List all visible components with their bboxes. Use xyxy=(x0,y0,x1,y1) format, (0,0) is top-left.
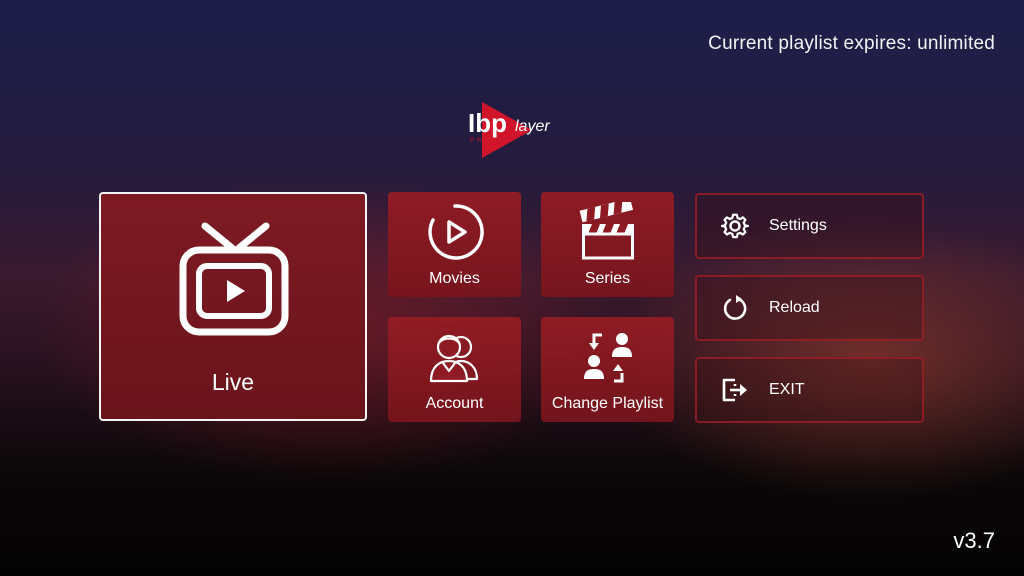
settings-button[interactable]: Settings xyxy=(695,193,924,259)
movies-tile[interactable]: Movies xyxy=(388,192,521,297)
exit-button[interactable]: EXIT xyxy=(695,357,924,423)
play-circle-icon xyxy=(388,202,521,262)
exit-label: EXIT xyxy=(769,381,805,398)
movies-label: Movies xyxy=(429,270,480,287)
users-icon xyxy=(388,327,521,387)
live-label: Live xyxy=(211,369,255,395)
logo-pro-text: PRO xyxy=(470,138,492,144)
gear-icon xyxy=(721,212,749,240)
reload-label: Reload xyxy=(769,299,820,316)
logo-wordmark-sub: layer xyxy=(515,118,550,135)
tv-icon xyxy=(177,220,291,343)
series-label: Series xyxy=(584,270,631,287)
version-text: v3.7 xyxy=(953,528,995,553)
change-playlist-label: Change Playlist xyxy=(551,395,664,412)
clapperboard-icon xyxy=(541,202,674,262)
reload-icon xyxy=(721,294,749,322)
playlist-expiry-text: Current playlist expires: unlimited xyxy=(708,33,995,54)
account-tile[interactable]: Account xyxy=(388,317,521,422)
swap-users-icon xyxy=(541,327,674,387)
settings-label: Settings xyxy=(769,217,827,234)
logo-wordmark-main: Ibp xyxy=(468,108,507,138)
change-playlist-tile[interactable]: Change Playlist xyxy=(541,317,674,422)
series-tile[interactable]: Series xyxy=(541,192,674,297)
exit-icon xyxy=(721,376,749,404)
account-label: Account xyxy=(425,395,484,412)
reload-button[interactable]: Reload xyxy=(695,275,924,341)
live-tile[interactable]: Live xyxy=(99,192,367,421)
app-logo: Ibp layer PRO xyxy=(466,98,566,160)
